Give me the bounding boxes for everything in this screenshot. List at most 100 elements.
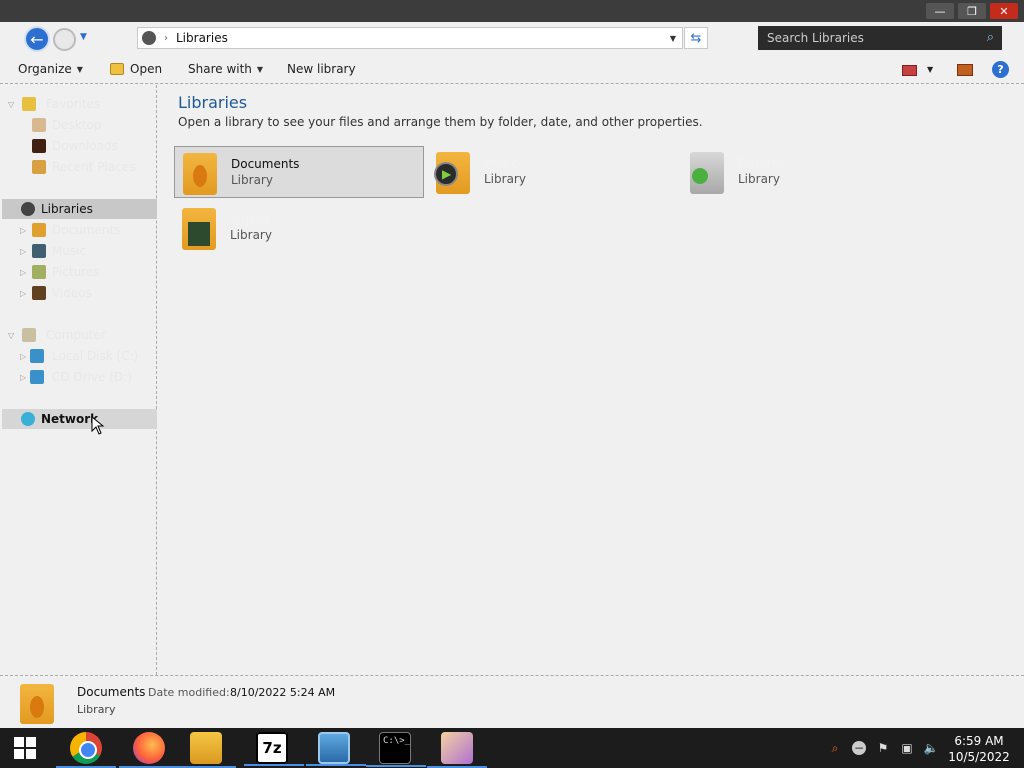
sidebar-item-downloads[interactable]: Downloads	[2, 136, 157, 156]
command-bar: Organize ▼ Open Share with ▼ New library ▼…	[0, 56, 1024, 84]
sidebar-label: Desktop	[52, 118, 102, 132]
music-library-icon: ▶	[434, 152, 470, 194]
tile-type: Library	[738, 172, 780, 186]
documents-library-icon	[183, 153, 217, 195]
help-icon[interactable]: ?	[992, 61, 1009, 78]
chevron-right-icon[interactable]: ▷	[20, 373, 26, 382]
pictures-library-icon	[690, 152, 724, 194]
tile-name: Videos	[230, 212, 270, 226]
computer-icon	[22, 328, 36, 342]
details-item-type: Library	[77, 703, 116, 716]
minimize-button[interactable]: —	[926, 3, 954, 19]
chevron-down-icon[interactable]: ▽	[8, 331, 14, 340]
start-button[interactable]	[14, 737, 36, 759]
library-tile-pictures[interactable]: Pictures Library	[682, 146, 932, 198]
sidebar-label: Videos	[52, 286, 92, 300]
chevron-right-icon[interactable]: ▷	[20, 352, 26, 361]
breadcrumb-libraries[interactable]: Libraries	[176, 31, 228, 45]
library-tile-videos[interactable]: Videos Library	[174, 202, 424, 254]
volume-icon[interactable]: 🔈	[924, 741, 939, 755]
sidebar-label: CD Drive (D:)	[52, 370, 132, 384]
share-with-button[interactable]: Share with ▼	[188, 62, 263, 76]
new-library-button[interactable]: New library	[287, 62, 356, 76]
details-modified-value: 8/10/2022 5:24 AM	[230, 686, 336, 699]
file-explorer-icon[interactable]	[176, 732, 236, 768]
tile-type: Library	[484, 172, 526, 186]
history-dropdown-icon[interactable]: ▼	[80, 32, 87, 42]
address-bar[interactable]: › Libraries ▼	[137, 27, 683, 49]
documents-library-icon	[20, 684, 54, 724]
sidebar-item-network[interactable]: Network	[2, 409, 157, 429]
open-label: Open	[130, 62, 163, 76]
sidebar-label: Pictures	[52, 265, 100, 279]
chevron-right-icon[interactable]: ▷	[20, 247, 26, 256]
change-view-icon[interactable]	[902, 65, 917, 76]
maximize-button[interactable]: ❐	[958, 3, 986, 19]
documents-icon	[32, 223, 46, 237]
share-with-label: Share with	[188, 62, 252, 76]
action-center-flag-icon[interactable]: ⚑	[876, 741, 890, 755]
notification-icon[interactable]: −	[852, 741, 866, 755]
refresh-icon: ⇆	[690, 30, 702, 46]
tile-name: Documents	[231, 157, 300, 171]
firefox-icon[interactable]	[119, 732, 179, 768]
close-button[interactable]: ✕	[990, 3, 1018, 19]
sidebar-item-videos[interactable]: ▷ Videos	[2, 283, 157, 303]
open-button[interactable]: Open	[110, 62, 162, 76]
organize-button[interactable]: Organize ▼	[18, 62, 83, 76]
preview-pane-icon[interactable]	[957, 64, 973, 76]
search-input[interactable]: Search Libraries ⌕	[758, 26, 1002, 50]
photos-icon[interactable]	[306, 732, 366, 766]
desktop-icon	[32, 118, 46, 132]
sidebar-item-recent-places[interactable]: Recent Places	[2, 157, 157, 177]
chrome-icon[interactable]	[56, 732, 116, 768]
sidebar-item-music[interactable]: ▷ Music	[2, 241, 157, 261]
sidebar-item-cd-drive[interactable]: ▷ CD Drive (D:)	[2, 367, 157, 387]
library-tile-music[interactable]: ▶ Music Library	[428, 146, 678, 198]
tile-name: Music	[484, 156, 519, 170]
sidebar-item-documents[interactable]: ▷ Documents	[2, 220, 157, 240]
system-clock[interactable]: 6:59 AM 10/5/2022	[944, 733, 1014, 765]
library-tile-documents[interactable]: Documents Library	[174, 146, 424, 198]
videos-library-icon	[182, 208, 216, 250]
content-pane: Libraries Open a library to see your fil…	[158, 85, 1024, 675]
navigation-bar: ← ▼ › Libraries ▼ ⇆ Search Libraries ⌕	[0, 22, 1024, 56]
details-pane: Documents Date modified: 8/10/2022 5:24 …	[0, 675, 1024, 728]
chevron-right-icon[interactable]: ▷	[20, 268, 26, 277]
network-tray-icon[interactable]: ▣	[900, 741, 914, 755]
chevron-right-icon[interactable]: ▷	[20, 289, 26, 298]
sidebar-item-pictures[interactable]: ▷ Pictures	[2, 262, 157, 282]
arrow-left-icon: ←	[30, 29, 44, 49]
forward-button[interactable]	[53, 28, 76, 51]
refresh-button[interactable]: ⇆	[684, 27, 708, 49]
new-library-label: New library	[287, 62, 356, 76]
hard-drive-icon	[30, 349, 44, 363]
sidebar-item-local-disk[interactable]: ▷ Local Disk (C:)	[2, 346, 157, 366]
search-icon[interactable]: ⌕	[828, 741, 842, 755]
cd-drive-icon	[30, 370, 44, 384]
downloads-icon	[32, 139, 46, 153]
sidebar-item-libraries[interactable]: Libraries	[2, 199, 157, 219]
chevron-down-icon[interactable]: ▼	[927, 65, 933, 74]
7zip-icon[interactable]: 7z	[244, 732, 304, 766]
organize-label: Organize	[18, 62, 72, 76]
sidebar-item-desktop[interactable]: Desktop	[2, 115, 157, 135]
sidebar-item-computer[interactable]: ▽ Computer	[2, 325, 157, 345]
search-icon[interactable]: ⌕	[987, 30, 994, 45]
chevron-down-icon: ▼	[76, 64, 83, 74]
star-icon	[22, 97, 36, 111]
open-icon	[110, 63, 124, 75]
breadcrumb-separator[interactable]: ›	[164, 33, 168, 44]
back-button[interactable]: ←	[24, 26, 50, 52]
sidebar-label: Favorites	[46, 97, 101, 111]
paint-icon[interactable]	[427, 732, 487, 768]
command-prompt-icon[interactable]: C:\>_	[366, 732, 426, 767]
clock-time: 6:59 AM	[954, 734, 1004, 748]
tile-type: Library	[230, 228, 272, 242]
chevron-right-icon[interactable]: ▷	[20, 226, 26, 235]
address-dropdown-icon[interactable]: ▼	[670, 34, 676, 43]
videos-icon	[32, 286, 46, 300]
chevron-down-icon[interactable]: ▽	[8, 100, 14, 109]
sidebar-item-favorites[interactable]: ▽ Favorites	[2, 94, 157, 114]
pictures-icon	[32, 265, 46, 279]
